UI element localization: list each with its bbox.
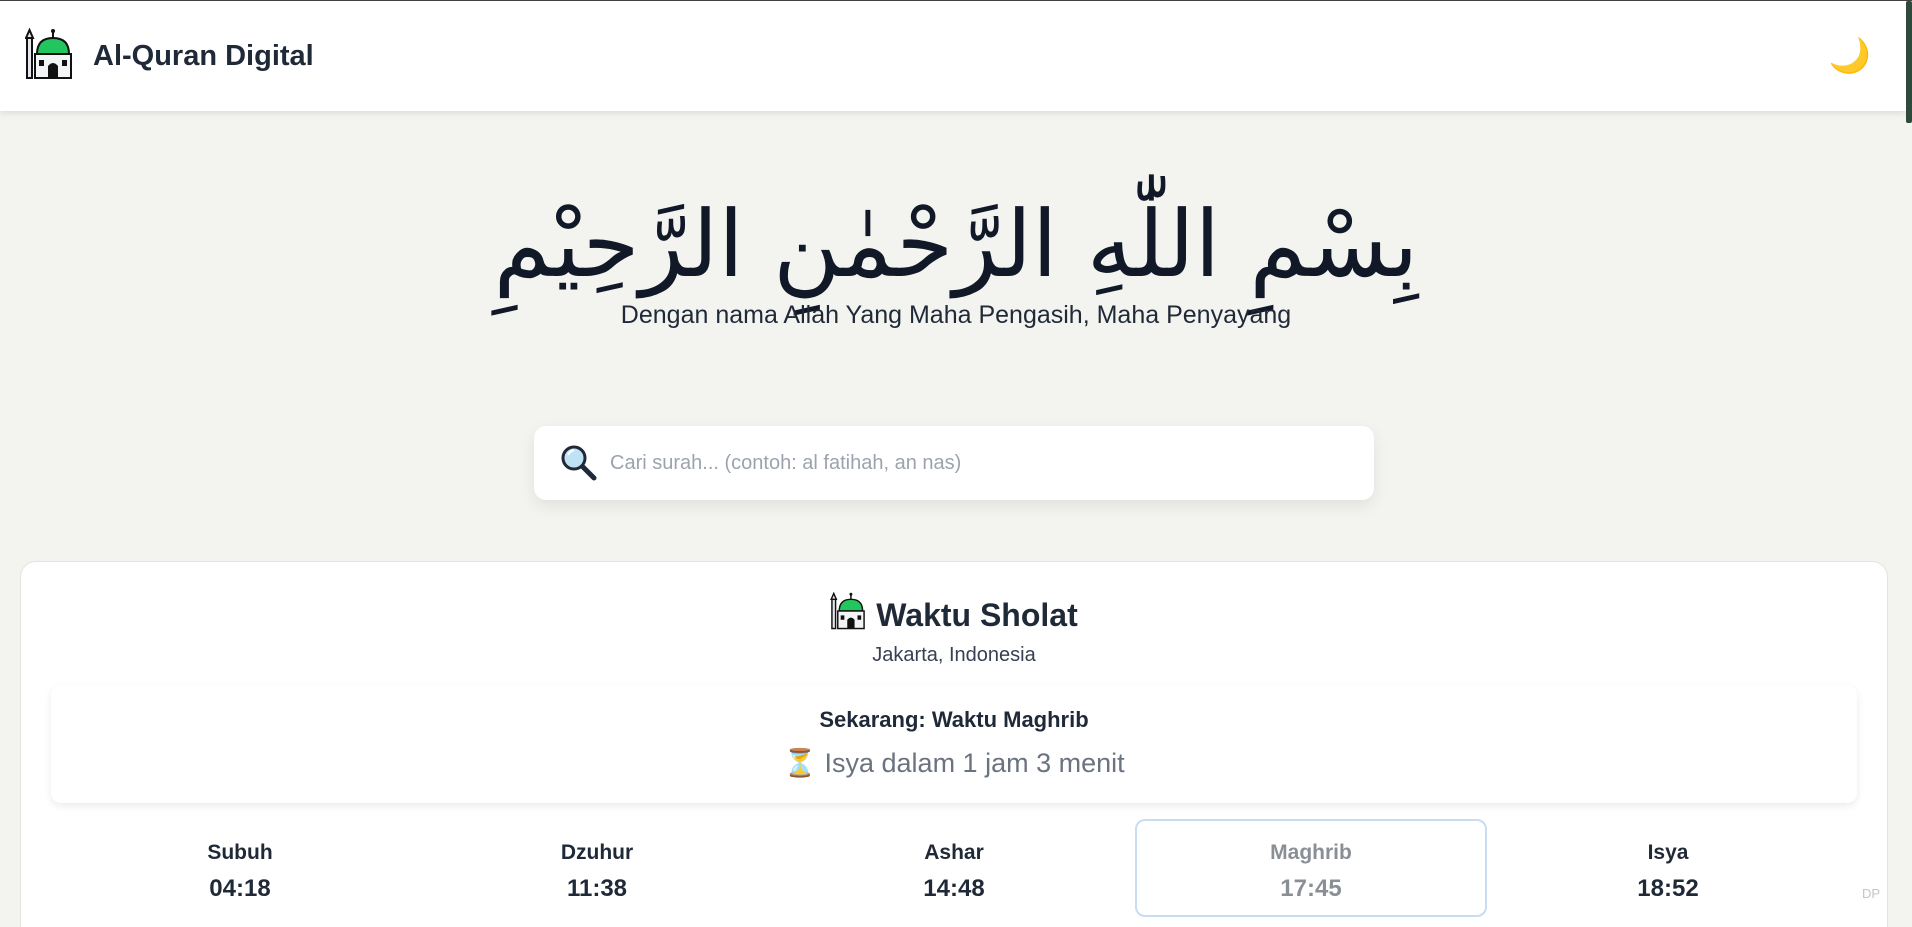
prayer-times-list: Subuh 04:18 Dzuhur 11:38 Ashar 14:48 Mag… <box>64 819 1844 919</box>
crescent-moon-icon[interactable]: 🌙 <box>1829 39 1871 73</box>
bismillah-arabic: بِسْمِ اللّٰهِ الرَّحْمٰنِ الرَّحِيْمِ <box>493 191 1419 298</box>
countdown: ⏳ Isya dalam 1 jam 3 menit <box>51 747 1857 779</box>
prayer-time-value: 17:45 <box>1280 875 1342 902</box>
prayer-time-value: 11:38 <box>566 875 628 902</box>
prayer-time-isya: Isya 18:52 <box>1492 819 1844 917</box>
mosque-icon <box>24 27 73 85</box>
current-prayer-label: Sekarang: Waktu Maghrib <box>819 707 1089 732</box>
prayer-time-dzuhur: Dzuhur 11:38 <box>421 819 773 917</box>
prayer-title-text: Waktu Sholat <box>876 596 1078 633</box>
prayer-name: Isya <box>1647 841 1689 864</box>
brand[interactable]: Al-Quran Digital <box>24 27 314 85</box>
prayer-name: Maghrib <box>1270 841 1352 864</box>
mosque-icon <box>830 591 866 638</box>
prayer-time-ashar: Ashar 14:48 <box>778 819 1130 917</box>
bismillah-translation: Dengan nama Allah Yang Maha Pengasih, Ma… <box>620 301 1292 329</box>
prayer-location: Jakarta, Indonesia <box>872 644 1036 666</box>
app-title: Al-Quran Digital <box>93 39 314 72</box>
prayer-time-value: 04:18 <box>209 875 271 902</box>
prayer-time-maghrib: Maghrib 17:45 <box>1135 819 1487 917</box>
scrollbar-thumb[interactable] <box>1906 1 1912 123</box>
magnifier-icon <box>560 444 598 482</box>
prayer-header: Waktu Sholat Jakarta, Indonesia <box>21 562 1887 667</box>
corner-tag: DP <box>1862 886 1881 901</box>
prayer-title: Waktu Sholat <box>830 591 1078 638</box>
prayer-name: Ashar <box>924 841 984 864</box>
prayer-time-value: 18:52 <box>1637 875 1699 902</box>
current-prayer-box: Sekarang: Waktu Maghrib ⏳ Isya dalam 1 j… <box>51 685 1857 803</box>
hourglass-icon: ⏳ <box>783 748 817 778</box>
search-input[interactable] <box>610 451 1348 475</box>
search-box[interactable] <box>534 426 1374 500</box>
bismillah-hero: بِسْمِ اللّٰهِ الرَّحْمٰنِ الرَّحِيْمِ D… <box>0 175 1912 330</box>
countdown-text: Isya dalam 1 jam 3 menit <box>824 748 1125 778</box>
prayer-times-card: Waktu Sholat Jakarta, Indonesia Sekarang… <box>20 561 1888 927</box>
navbar: Al-Quran Digital 🌙 <box>0 1 1906 111</box>
prayer-name: Subuh <box>207 841 273 864</box>
prayer-name: Dzuhur <box>560 841 634 864</box>
prayer-time-value: 14:48 <box>923 875 985 902</box>
prayer-time-subuh: Subuh 04:18 <box>64 819 416 917</box>
